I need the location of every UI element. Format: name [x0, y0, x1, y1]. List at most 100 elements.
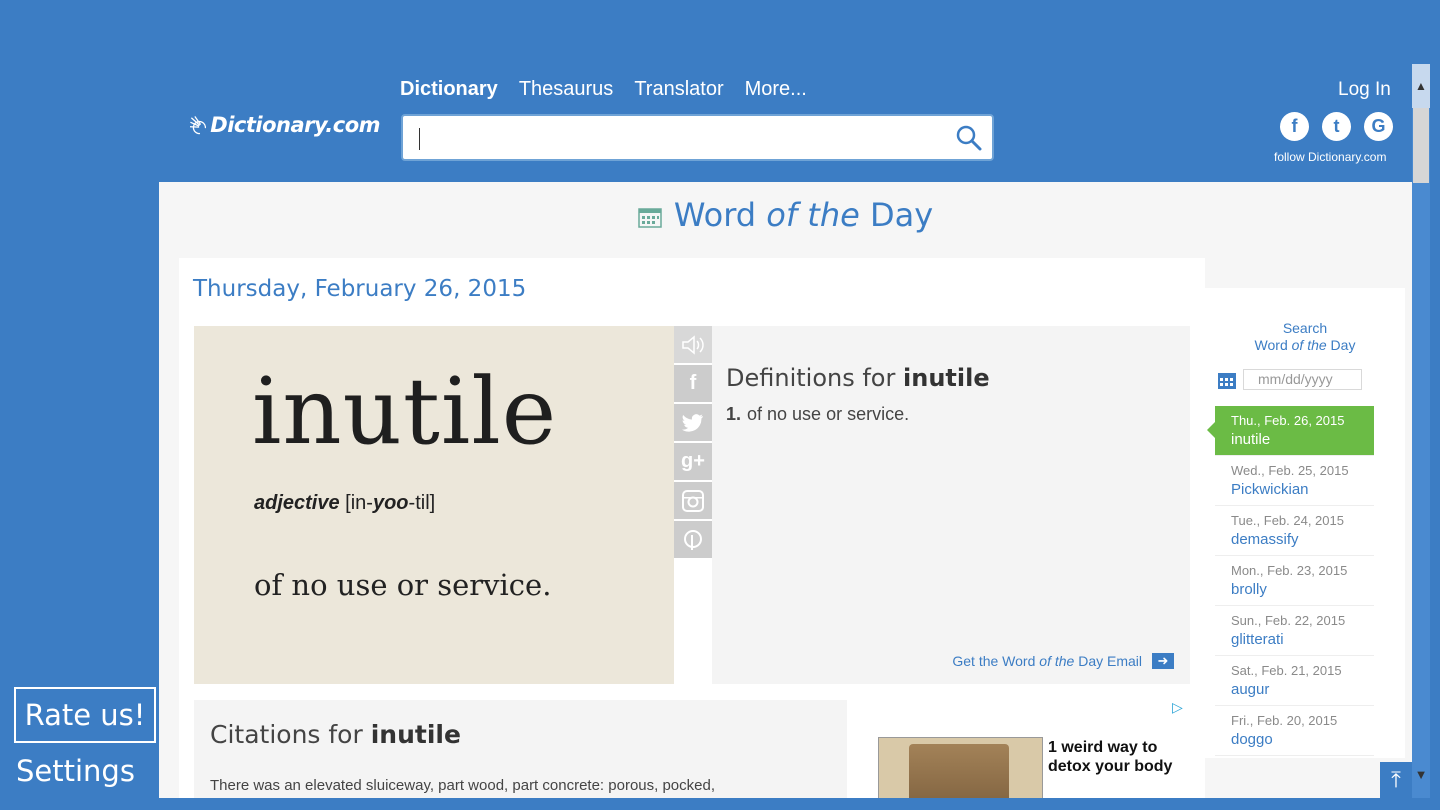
definition-item: 1. of no use or service. — [726, 404, 909, 425]
social-links: f t G — [1280, 112, 1393, 141]
date-search: mm/dd/yyyy — [1217, 369, 1362, 390]
history-date: Thu., Feb. 26, 2015 — [1231, 413, 1345, 428]
ad-image[interactable] — [878, 737, 1043, 798]
sidebar-search-word: Word — [1254, 337, 1288, 353]
history-word: brolly — [1231, 581, 1267, 598]
ad-line-1: 1 weird way to — [1048, 739, 1158, 756]
sidebar-search-line1: Search — [1282, 320, 1328, 336]
email-link-text: Get the Word of the Day Email — [952, 653, 1142, 669]
ad-choices-icon[interactable]: ▷ — [1172, 699, 1183, 716]
logo-rays-icon — [190, 116, 207, 135]
wotd-email-link[interactable]: Get the Word of the Day Email ➜ — [952, 653, 1174, 669]
audio-icon[interactable] — [674, 326, 712, 363]
dictionary-logo[interactable]: Dictionary.com — [190, 100, 380, 150]
history-word: doggo — [1231, 731, 1273, 748]
sidebar-search-line2: Word of the Day — [1205, 337, 1405, 354]
google-plus-share-icon[interactable]: g+ — [674, 443, 712, 480]
ad-line-2: detox your body — [1048, 758, 1173, 775]
history-date: Wed., Feb. 25, 2015 — [1231, 463, 1349, 478]
history-word: inutile — [1231, 431, 1271, 448]
date-heading: Thursday, February 26, 2015 — [193, 276, 527, 302]
history-item[interactable]: Fri., Feb. 20, 2015 doggo — [1215, 706, 1374, 756]
pinterest-share-icon[interactable] — [674, 521, 712, 558]
history-list: Thu., Feb. 26, 2015 inutile Wed., Feb. 2… — [1207, 406, 1374, 756]
calendar-icon — [638, 208, 662, 228]
search-button[interactable] — [954, 123, 984, 153]
citations-title-word: inutile — [370, 720, 461, 749]
google-plus-icon[interactable]: G — [1364, 112, 1393, 141]
ad-text[interactable]: 1 weird way to detox your body — [1048, 738, 1172, 776]
facebook-icon[interactable]: f — [1280, 112, 1309, 141]
history-date: Mon., Feb. 23, 2015 — [1231, 563, 1348, 578]
email-mid: of the — [1039, 653, 1075, 669]
history-item[interactable]: Mon., Feb. 23, 2015 brolly — [1215, 556, 1374, 606]
citations-title: Citations for inutile — [210, 720, 461, 749]
history-date: Tue., Feb. 24, 2015 — [1231, 513, 1344, 528]
facebook-share-icon[interactable]: f — [674, 365, 712, 402]
arrow-right-icon: ➜ — [1152, 653, 1174, 669]
nav-more[interactable]: More... — [745, 78, 807, 101]
scroll-to-top-icon[interactable]: ⤒ — [1380, 762, 1412, 798]
vertical-scrollbar[interactable]: ▲ — [1412, 64, 1430, 798]
history-item[interactable]: Sat., Feb. 21, 2015 augur — [1215, 656, 1374, 706]
pron-stress: yoo — [372, 492, 409, 514]
sidebar-search-day: Day — [1330, 337, 1356, 353]
main-card: Thursday, February 26, 2015 inutile adje… — [179, 258, 1205, 798]
history-word: augur — [1231, 681, 1270, 698]
history-item[interactable]: Tue., Feb. 24, 2015 demassify — [1215, 506, 1374, 556]
nav-thesaurus[interactable]: Thesaurus — [519, 78, 614, 101]
word-image: inutile adjective [in-yoo-til] of no use… — [194, 326, 674, 684]
part-of-speech: adjective — [254, 492, 340, 514]
scroll-up-icon[interactable]: ▲ — [1412, 64, 1430, 108]
settings-button[interactable]: Settings — [16, 754, 135, 788]
pron-pre: [in- — [345, 492, 373, 514]
definition-title: Definitions for inutile — [726, 364, 990, 392]
logo-text: Dictionary.com — [210, 113, 380, 137]
search-icon — [956, 125, 982, 151]
history-date: Fri., Feb. 20, 2015 — [1231, 713, 1338, 728]
definition-title-word: inutile — [903, 364, 990, 392]
instagram-share-icon[interactable] — [674, 482, 712, 519]
history-word: glitterati — [1231, 631, 1284, 648]
follow-text: follow Dictionary.com — [1274, 150, 1387, 164]
twitter-icon[interactable]: t — [1322, 112, 1351, 141]
date-input[interactable]: mm/dd/yyyy — [1243, 369, 1362, 390]
definition-title-prefix: Definitions for — [726, 364, 896, 392]
ad-glass-image — [909, 744, 1009, 798]
history-item-active[interactable]: Thu., Feb. 26, 2015 inutile — [1207, 406, 1374, 456]
sidebar-search-of-the: of the — [1291, 337, 1327, 353]
citation-text: There was an elevated sluiceway, part wo… — [210, 777, 715, 794]
sidebar: Search Word of the Day mm/dd/yyyy Thu., … — [1205, 288, 1405, 758]
calendar-picker-icon[interactable] — [1217, 370, 1237, 390]
citations-title-prefix: Citations for — [210, 720, 363, 749]
definition-number: 1. — [726, 404, 742, 424]
rate-us-button[interactable]: Rate us! — [14, 687, 156, 743]
email-suffix: Day Email — [1078, 653, 1142, 669]
text-cursor — [419, 128, 420, 150]
history-item[interactable]: Wed., Feb. 25, 2015 Pickwickian — [1215, 456, 1374, 506]
search-input[interactable] — [401, 114, 994, 161]
main-nav: Dictionary Thesaurus Translator More... — [400, 78, 807, 101]
title-word: Word — [673, 196, 757, 234]
big-word: inutile — [252, 358, 558, 465]
page-title: Word of the Day — [159, 196, 1412, 234]
pronunciation-line: adjective [in-yoo-til] — [254, 492, 435, 515]
history-word: Pickwickian — [1231, 481, 1309, 498]
login-link[interactable]: Log In — [1338, 79, 1391, 101]
definition-panel: Definitions for inutile 1. of no use or s… — [712, 326, 1190, 684]
history-item[interactable]: Sun., Feb. 22, 2015 glitterati — [1215, 606, 1374, 656]
sidebar-search-title: Search Word of the Day — [1205, 320, 1405, 354]
share-bar: f g+ — [674, 326, 712, 560]
pron-post: -til] — [408, 492, 436, 514]
scroll-down-icon[interactable]: ▼ — [1412, 760, 1430, 790]
image-definition: of no use or service. — [254, 568, 552, 602]
content-area: Word of the Day Thursday, February 26, 2… — [159, 182, 1412, 798]
citations-card: Citations for inutile There was an eleva… — [194, 700, 847, 798]
nav-dictionary[interactable]: Dictionary — [400, 78, 498, 101]
twitter-share-icon[interactable] — [674, 404, 712, 441]
title-day: Day — [869, 196, 934, 234]
history-date: Sat., Feb. 21, 2015 — [1231, 663, 1342, 678]
scroll-thumb[interactable] — [1413, 108, 1429, 183]
nav-translator[interactable]: Translator — [634, 78, 723, 101]
history-date: Sun., Feb. 22, 2015 — [1231, 613, 1346, 628]
